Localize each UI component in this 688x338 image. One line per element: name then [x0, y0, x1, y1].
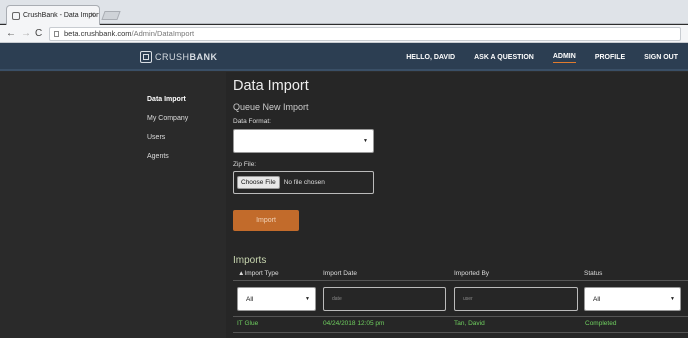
chevron-down-icon: ▼	[670, 296, 675, 302]
admin-sidebar: Data Import My Company Users Agents	[0, 72, 226, 338]
chevron-down-icon: ▼	[363, 138, 368, 144]
site-header: CRUSH BANK HELLO, DAVID ASK A QUESTION AD…	[0, 43, 688, 71]
top-nav: HELLO, DAVID ASK A QUESTION ADMIN PROFIL…	[387, 43, 678, 71]
sidebar-item-data-import[interactable]: Data Import	[147, 96, 188, 115]
sidebar-item-agents[interactable]: Agents	[147, 153, 188, 172]
nav-admin[interactable]: ADMIN	[552, 51, 576, 63]
choose-file-button[interactable]: Choose File	[237, 176, 280, 189]
column-header-import-date[interactable]: Import Date	[323, 270, 357, 277]
filter-import-type-value: All	[246, 295, 254, 303]
sidebar-item-my-company[interactable]: My Company	[147, 115, 188, 134]
crushbank-logo[interactable]: CRUSH BANK	[140, 50, 218, 64]
browser-tabstrip: CrushBank - Data Import ×	[0, 0, 688, 25]
url-host: beta.crushbank.com	[64, 29, 132, 38]
sidebar-menu: Data Import My Company Users Agents	[147, 96, 188, 172]
browser-tab[interactable]: CrushBank - Data Import ×	[6, 5, 100, 25]
browser-toolbar: ← → C beta.crushbank.com/Admin/DataImpor…	[0, 25, 688, 43]
filter-user-input[interactable]: user	[454, 287, 578, 311]
logo-cube-icon	[140, 51, 152, 63]
page-title: Data Import	[233, 78, 309, 94]
logo-text-light: CRUSH	[155, 52, 190, 62]
import-button[interactable]: Import	[233, 210, 299, 231]
nav-hello-david[interactable]: HELLO, DAVID	[406, 52, 455, 63]
filter-status-select[interactable]: All ▼	[584, 287, 681, 311]
filter-date-placeholder: date	[332, 296, 342, 302]
filter-import-type-select[interactable]: All ▼	[237, 287, 316, 311]
file-status-text: No file chosen	[283, 179, 325, 186]
url-path: /Admin/DataImport	[131, 29, 195, 38]
forward-arrow-icon[interactable]: →	[21, 28, 31, 40]
favicon-icon	[12, 11, 20, 20]
zip-file-label: Zip File:	[233, 161, 257, 168]
cell-import-type: IT Glue	[237, 320, 259, 327]
table-header-divider	[233, 280, 688, 281]
url-bar[interactable]: beta.crushbank.com/Admin/DataImport	[49, 27, 681, 41]
reload-icon[interactable]: C	[35, 28, 42, 40]
back-arrow-icon[interactable]: ←	[6, 28, 16, 40]
nav-ask-a-question[interactable]: ASK A QUESTION	[474, 52, 534, 63]
nav-sign-out[interactable]: SIGN OUT	[644, 52, 678, 63]
data-format-select[interactable]: ▼	[233, 129, 374, 153]
column-header-import-type[interactable]: ▲Import Type	[238, 270, 279, 277]
filter-row-divider	[233, 316, 688, 317]
filter-date-input[interactable]: date	[323, 287, 446, 311]
row-divider	[233, 332, 688, 333]
sidebar-item-users[interactable]: Users	[147, 134, 188, 153]
logo-text-bold: BANK	[189, 52, 218, 62]
column-header-imported-by[interactable]: Imported By	[454, 270, 489, 277]
zip-file-input: Choose File No file chosen	[233, 171, 374, 194]
data-format-label: Data Format:	[233, 118, 271, 125]
chevron-down-icon: ▼	[305, 296, 310, 302]
cell-import-date: 04/24/2018 12:05 pm	[323, 320, 385, 327]
nav-profile[interactable]: PROFILE	[595, 52, 625, 63]
filter-user-placeholder: user	[463, 296, 473, 302]
imports-heading: Imports	[233, 255, 267, 266]
column-header-status[interactable]: Status	[584, 270, 602, 277]
new-tab-button[interactable]	[101, 11, 121, 20]
main-content: Data Import Queue New Import Data Format…	[226, 72, 688, 338]
close-tab-icon[interactable]: ×	[90, 10, 95, 19]
page-icon	[54, 31, 59, 37]
cell-imported-by: Tan, David	[454, 320, 485, 327]
cell-status: Completed	[585, 320, 617, 327]
tab-title: CrushBank - Data Import	[23, 12, 99, 19]
queue-import-heading: Queue New Import	[233, 102, 309, 112]
filter-status-value: All	[593, 295, 601, 303]
